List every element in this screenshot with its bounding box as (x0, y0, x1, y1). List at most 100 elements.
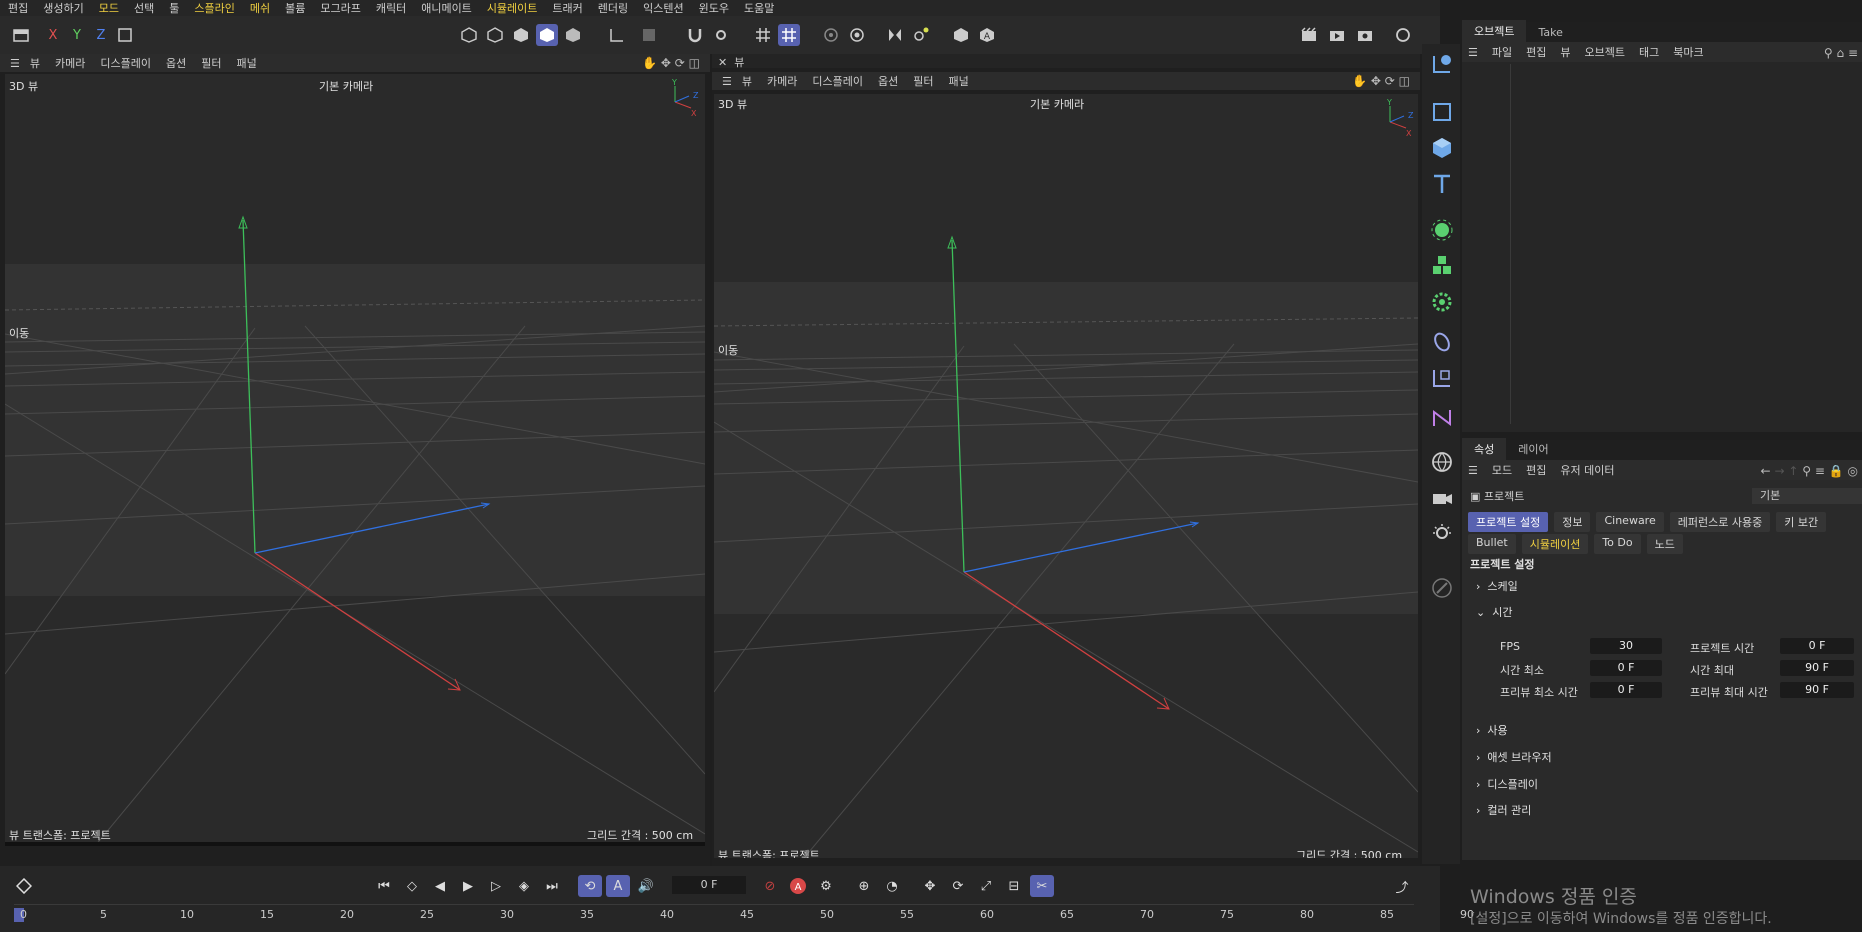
render-view-icon[interactable] (1298, 24, 1320, 46)
viewport-menu-item[interactable]: 뷰 (742, 73, 752, 89)
target-icon[interactable]: ◎ (1848, 464, 1858, 478)
project-time-field[interactable]: 0 F (1780, 638, 1854, 654)
attribute-manager-menu-item[interactable]: 모드 (1492, 462, 1512, 478)
object-manager-tab[interactable]: Take (1526, 23, 1574, 42)
texture-mode-icon[interactable] (562, 24, 584, 46)
hamburger-icon[interactable]: ☰ (10, 57, 20, 70)
loop-icon[interactable]: ⟲ (578, 875, 602, 897)
render-target-icon[interactable] (820, 24, 842, 46)
section-display[interactable]: › 디스플레이 (1462, 772, 1552, 796)
object-manager-menu-item[interactable]: 편집 (1526, 44, 1546, 60)
move-cross-icon[interactable]: ✥ (1371, 74, 1381, 88)
viewport-menu-item[interactable]: 카메라 (767, 73, 797, 89)
fps-field[interactable]: 30 (1590, 638, 1662, 654)
next-key-icon[interactable]: ◈ (512, 875, 536, 897)
menu-item[interactable]: 메쉬 (250, 0, 270, 16)
pan-hand-icon[interactable]: ✋ (1352, 74, 1367, 88)
cloner-icon[interactable] (1428, 216, 1456, 244)
python-icon[interactable] (950, 24, 972, 46)
timeline-graph-icon[interactable]: ⤴ (1390, 875, 1414, 897)
spline-pen-icon[interactable] (1428, 404, 1456, 432)
attribute-tab-chip[interactable]: To Do (1594, 534, 1641, 554)
workplane-icon[interactable] (606, 24, 628, 46)
menu-item[interactable]: 편집 (8, 0, 28, 16)
grid-icon[interactable] (752, 24, 774, 46)
key-speed-icon[interactable]: ◔ (880, 875, 904, 897)
cube-icon[interactable] (1428, 134, 1456, 162)
key-position-icon[interactable]: ✥ (918, 875, 942, 897)
section-asset-browser[interactable]: › 애셋 브라우저 (1462, 745, 1566, 769)
viewport-menu-item[interactable]: 뷰 (30, 55, 40, 71)
menu-item[interactable]: 도움말 (744, 0, 774, 16)
current-frame-field[interactable]: 0 F (672, 876, 746, 894)
key-rotation-icon[interactable]: ⟳ (946, 875, 970, 897)
close-icon[interactable]: ✕ (718, 56, 727, 69)
settings-gear-icon[interactable] (846, 24, 868, 46)
key-parameter-icon[interactable]: ⊟ (1002, 875, 1026, 897)
maximize-icon[interactable]: ◫ (1399, 74, 1410, 88)
back-arrow-icon[interactable]: ← (1761, 464, 1771, 478)
up-arrow-icon[interactable]: ↑ (1788, 464, 1798, 478)
menu-item[interactable]: 생성하기 (43, 0, 83, 16)
viewport-menu-item[interactable]: 디스플레이 (812, 73, 863, 89)
sound-icon[interactable]: 🔊 (634, 875, 658, 897)
hamburger-icon[interactable]: ☰ (1468, 46, 1478, 59)
search-icon[interactable]: ⚲ (1802, 464, 1811, 478)
viewport-menu-item[interactable]: 패널 (236, 55, 256, 71)
go-to-start-icon[interactable]: ⏮ (372, 875, 396, 897)
environment-globe-icon[interactable] (1428, 448, 1456, 476)
solo-icon[interactable] (638, 24, 660, 46)
lock-icon[interactable]: 🔒 (1829, 464, 1844, 478)
axis-z-lock-button[interactable]: Z (90, 24, 112, 46)
right-camera-label[interactable]: 기본 카메라 (1030, 96, 1084, 112)
edges-mode-icon[interactable] (484, 24, 506, 46)
mograph-cubes-icon[interactable] (1428, 252, 1456, 280)
autokey-record-icon[interactable]: A (786, 875, 810, 897)
key-pla-icon[interactable]: ✂ (1030, 875, 1054, 897)
object-manager-menu-item[interactable]: 파일 (1492, 44, 1512, 60)
viewport-menu-item[interactable]: 필터 (201, 55, 221, 71)
object-manager-tab[interactable]: 오브젝트 (1462, 20, 1527, 42)
left-camera-label[interactable]: 기본 카메라 (319, 78, 373, 94)
next-frame-icon[interactable]: ▷ (484, 875, 508, 897)
effector-gear-icon[interactable] (1428, 288, 1456, 316)
move-cross-icon[interactable]: ✥ (661, 56, 671, 70)
viewport-menu-item[interactable]: 패널 (948, 73, 968, 89)
attribute-manager-tab[interactable]: 속성 (1462, 438, 1507, 460)
menu-item[interactable]: 트래커 (552, 0, 582, 16)
object-manager-menu-item[interactable]: 뷰 (1560, 44, 1570, 60)
hamburger-icon[interactable]: ☰ (722, 75, 732, 88)
null-object-icon[interactable] (1428, 50, 1456, 78)
autokey-mode-icon[interactable]: A (606, 875, 630, 897)
menu-item[interactable]: 캐릭터 (376, 0, 406, 16)
light-bulb-icon[interactable] (1428, 520, 1456, 548)
undo-icon[interactable] (10, 24, 32, 46)
grid-snap-icon[interactable] (778, 24, 800, 46)
maximize-icon[interactable]: ◫ (689, 56, 700, 70)
layout-icon[interactable] (1392, 24, 1414, 46)
viewport-menu-item[interactable]: 옵션 (166, 55, 186, 71)
attribute-tab-chip[interactable]: Cineware (1596, 512, 1664, 532)
menu-item[interactable]: 볼륨 (285, 0, 305, 16)
menu-item[interactable]: 툴 (169, 0, 179, 16)
attribute-tab-chip[interactable]: 시뮬레이션 (1521, 534, 1589, 554)
polygons-mode-icon[interactable] (510, 24, 532, 46)
key-lock-icon[interactable]: ⊕ (852, 875, 876, 897)
symmetry-icon[interactable] (884, 24, 906, 46)
home-icon[interactable]: ⌂ (1836, 46, 1844, 60)
object-manager-menu-item[interactable]: 태그 (1639, 44, 1659, 60)
rotate-icon[interactable]: ⟳ (1385, 74, 1395, 88)
hamburger-icon[interactable]: ☰ (1468, 464, 1478, 477)
menu-item[interactable]: 모드 (99, 0, 119, 16)
viewport-menu-item[interactable]: 디스플레이 (100, 55, 151, 71)
viewport-menu-item[interactable]: 옵션 (878, 73, 898, 89)
max-time-field[interactable]: 90 F (1780, 660, 1854, 676)
camera-icon[interactable] (1428, 484, 1456, 512)
attribute-manager-tab[interactable]: 레이어 (1506, 438, 1560, 460)
render-settings-icon[interactable] (1354, 24, 1376, 46)
filter-icon[interactable]: ≡ (1815, 464, 1825, 478)
menu-item[interactable]: 윈도우 (699, 0, 729, 16)
filter-icon[interactable]: ≡ (1848, 46, 1858, 60)
menu-item[interactable]: 모그라프 (320, 0, 360, 16)
attribute-tab-chip[interactable]: Bullet (1468, 534, 1516, 554)
